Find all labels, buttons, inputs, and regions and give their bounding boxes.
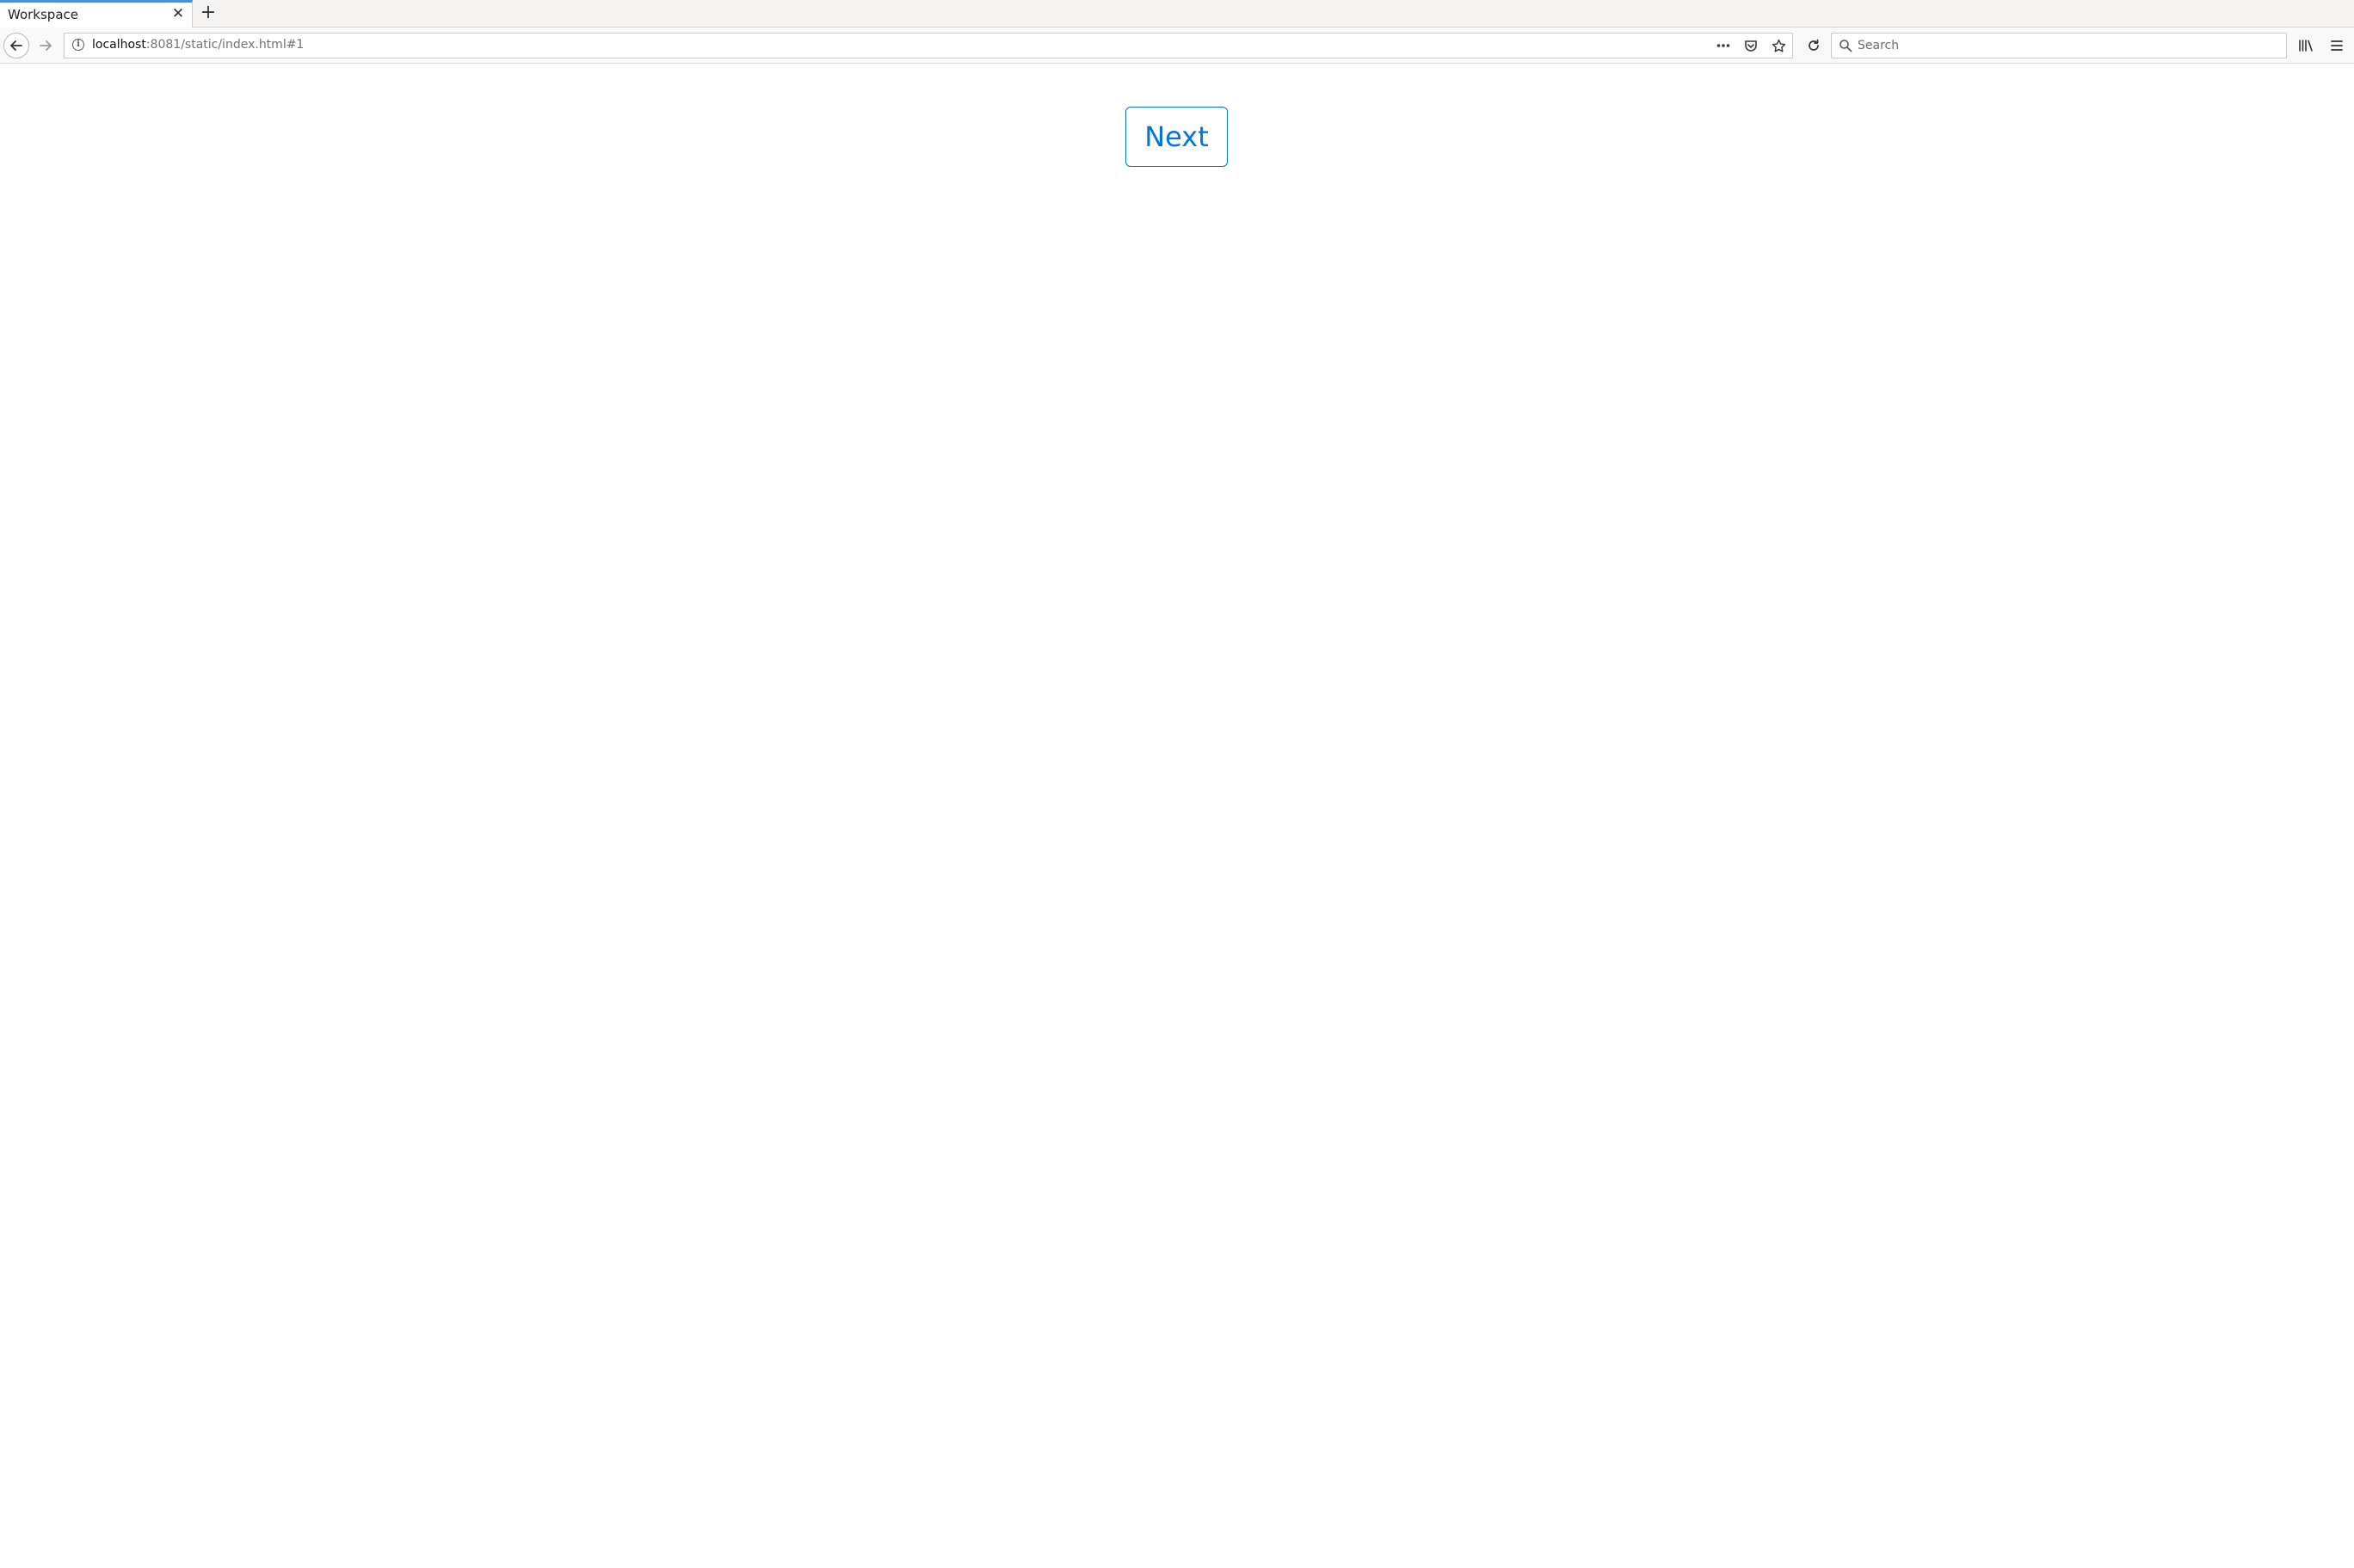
new-tab-button[interactable]: + (198, 3, 219, 23)
url-bar[interactable]: i localhost:8081/static/index.html#1 (64, 33, 1793, 58)
search-icon (1839, 39, 1852, 52)
bookmark-star-icon[interactable] (1770, 37, 1787, 54)
forward-arrow-icon[interactable] (34, 34, 58, 58)
library-icon[interactable] (2294, 34, 2318, 58)
reload-icon[interactable] (1802, 34, 1826, 58)
close-icon[interactable]: ✕ (170, 6, 186, 22)
tab-strip: Workspace ✕ + (0, 0, 2354, 28)
page-content: Next (0, 64, 2354, 1568)
url-actions (1715, 34, 1787, 58)
info-icon[interactable]: i (72, 39, 84, 51)
url-path: :8081/static/index.html#1 (145, 38, 305, 52)
tab-workspace[interactable]: Workspace ✕ (0, 0, 193, 28)
hamburger-menu-icon[interactable] (2325, 34, 2349, 58)
pocket-icon[interactable] (1742, 37, 1759, 54)
browser-window: Workspace ✕ + i localhost:8081/static/in… (0, 0, 2354, 1568)
url-text[interactable]: localhost:8081/static/index.html#1 (92, 38, 304, 52)
more-dots-icon[interactable] (1715, 37, 1732, 54)
search-input[interactable] (1858, 34, 2271, 58)
next-button[interactable]: Next (1125, 107, 1228, 167)
url-host: localhost (92, 38, 146, 52)
search-bar[interactable] (1831, 33, 2287, 58)
back-arrow-icon[interactable] (3, 33, 29, 58)
tab-title: Workspace (8, 7, 78, 22)
navigation-bar: i localhost:8081/static/index.html#1 (0, 28, 2354, 64)
